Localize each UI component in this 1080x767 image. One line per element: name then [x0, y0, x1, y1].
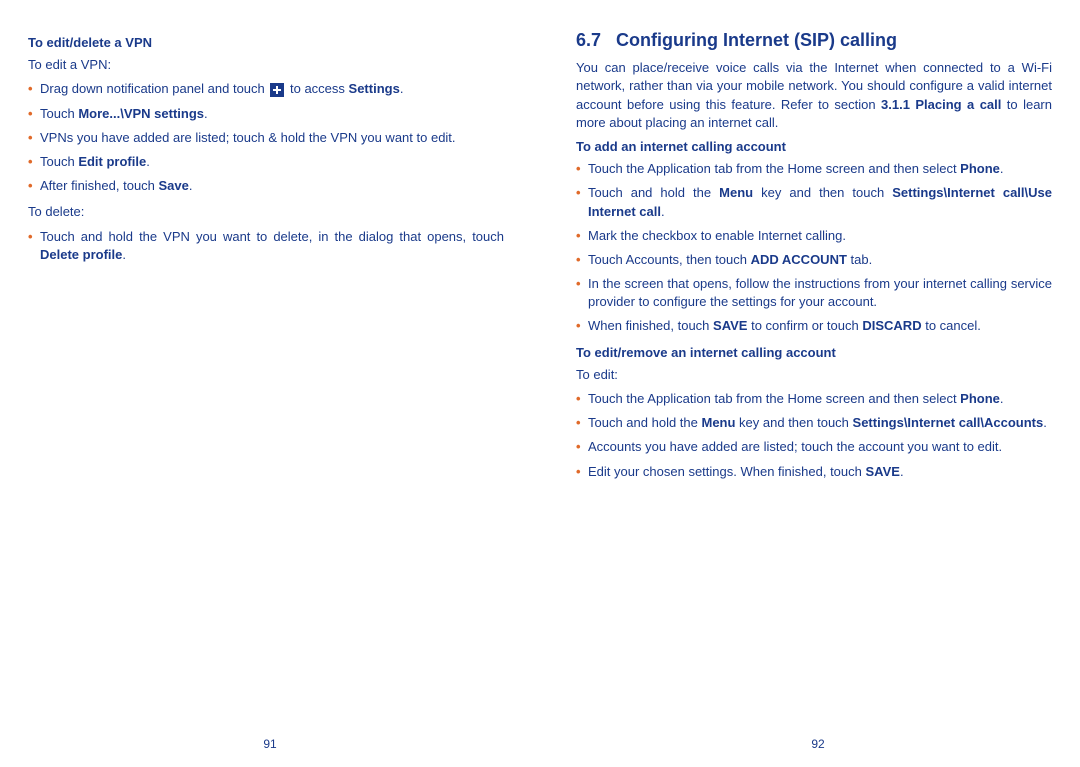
text-fragment: . — [1000, 161, 1004, 176]
text-fragment: key and then touch — [735, 415, 852, 430]
text-fragment: Touch the Application tab from the Home … — [588, 391, 960, 406]
bold-menu: Menu — [719, 185, 753, 200]
text-fragment: to confirm or touch — [747, 318, 862, 333]
text-fragment: tab. — [847, 252, 872, 267]
text-fragment: . — [146, 154, 150, 169]
text-fragment: Touch Accounts, then touch — [588, 252, 751, 267]
list-item: Touch Edit profile. — [28, 153, 504, 171]
list-item: Touch More...\VPN settings. — [28, 105, 504, 123]
page-number: 92 — [576, 736, 1060, 753]
list-item: Touch and hold the VPN you want to delet… — [28, 228, 504, 264]
text-fragment: to cancel. — [922, 318, 981, 333]
list-edit-vpn: Drag down notification panel and touch t… — [28, 80, 504, 195]
bold-add-account: ADD ACCOUNT — [751, 252, 847, 267]
text-fragment: . — [204, 106, 208, 121]
page-number: 91 — [28, 736, 512, 753]
label-to-edit: To edit: — [576, 366, 1052, 384]
list-item: Touch Accounts, then touch ADD ACCOUNT t… — [576, 251, 1052, 269]
text-fragment: After finished, touch — [40, 178, 159, 193]
list-item: Touch and hold the Menu key and then tou… — [576, 184, 1052, 220]
bold-phone: Phone — [960, 391, 1000, 406]
text-fragment: . — [189, 178, 193, 193]
section-heading-6-7: 6.7Configuring Internet (SIP) calling — [576, 28, 1052, 53]
text-fragment: Drag down notification panel and touch — [40, 81, 268, 96]
text-fragment: Touch and hold the — [588, 185, 719, 200]
text-fragment: . — [122, 247, 126, 262]
section-number: 6.7 — [576, 28, 616, 53]
text-fragment: When finished, touch — [588, 318, 713, 333]
list-item: Touch and hold the Menu key and then tou… — [576, 414, 1052, 432]
page-92: 6.7Configuring Internet (SIP) calling Yo… — [540, 0, 1080, 767]
bold-settings-accounts-path: Settings\Internet call\Accounts — [853, 415, 1044, 430]
bold-settings: Settings — [349, 81, 400, 96]
list-item: Mark the checkbox to enable Internet cal… — [576, 227, 1052, 245]
list-add-account: Touch the Application tab from the Home … — [576, 160, 1052, 336]
text-fragment: . — [661, 204, 665, 219]
list-item: Edit your chosen settings. When finished… — [576, 463, 1052, 481]
list-edit-account: Touch the Application tab from the Home … — [576, 390, 1052, 481]
page-91: To edit/delete a VPN To edit a VPN: Drag… — [0, 0, 540, 767]
text-fragment: . — [400, 81, 404, 96]
plus-icon — [270, 83, 284, 97]
text-fragment: Touch and hold the — [588, 415, 701, 430]
text-fragment: Touch and hold the VPN you want to delet… — [40, 229, 504, 244]
text-fragment: . — [1043, 415, 1047, 430]
bold-discard: DISCARD — [862, 318, 921, 333]
text-fragment: to access — [286, 81, 348, 96]
bold-edit-profile: Edit profile — [78, 154, 146, 169]
section-title-text: Configuring Internet (SIP) calling — [616, 30, 897, 50]
bold-save-caps: SAVE — [866, 464, 900, 479]
text-fragment: key and then touch — [753, 185, 892, 200]
text-fragment: . — [900, 464, 904, 479]
list-item: Drag down notification panel and touch t… — [28, 80, 504, 98]
list-item: After finished, touch Save. — [28, 177, 504, 195]
list-item: Accounts you have added are listed; touc… — [576, 438, 1052, 456]
heading-add-internet-account: To add an internet calling account — [576, 138, 1052, 156]
bold-save: Save — [159, 178, 189, 193]
bold-phone: Phone — [960, 161, 1000, 176]
list-delete-vpn: Touch and hold the VPN you want to delet… — [28, 228, 504, 264]
bold-more-vpn: More...\VPN settings — [78, 106, 204, 121]
bold-save-caps: SAVE — [713, 318, 747, 333]
heading-edit-remove-account: To edit/remove an internet calling accou… — [576, 344, 1052, 362]
list-item: Touch the Application tab from the Home … — [576, 160, 1052, 178]
bold-menu: Menu — [701, 415, 735, 430]
bold-delete-profile: Delete profile — [40, 247, 122, 262]
bold-ref-311: 3.1.1 Placing a call — [881, 97, 1001, 112]
label-to-edit-vpn: To edit a VPN: — [28, 56, 504, 74]
list-item: Touch the Application tab from the Home … — [576, 390, 1052, 408]
text-fragment: Touch the Application tab from the Home … — [588, 161, 960, 176]
text-fragment: . — [1000, 391, 1004, 406]
double-page-spread: To edit/delete a VPN To edit a VPN: Drag… — [0, 0, 1080, 767]
list-item: VPNs you have added are listed; touch & … — [28, 129, 504, 147]
label-to-delete: To delete: — [28, 203, 504, 221]
intro-paragraph: You can place/receive voice calls via th… — [576, 59, 1052, 132]
text-fragment: Touch — [40, 106, 78, 121]
text-fragment: Touch — [40, 154, 78, 169]
heading-edit-delete-vpn: To edit/delete a VPN — [28, 34, 504, 52]
list-item: When finished, touch SAVE to confirm or … — [576, 317, 1052, 335]
text-fragment: Edit your chosen settings. When finished… — [588, 464, 866, 479]
list-item: In the screen that opens, follow the ins… — [576, 275, 1052, 311]
